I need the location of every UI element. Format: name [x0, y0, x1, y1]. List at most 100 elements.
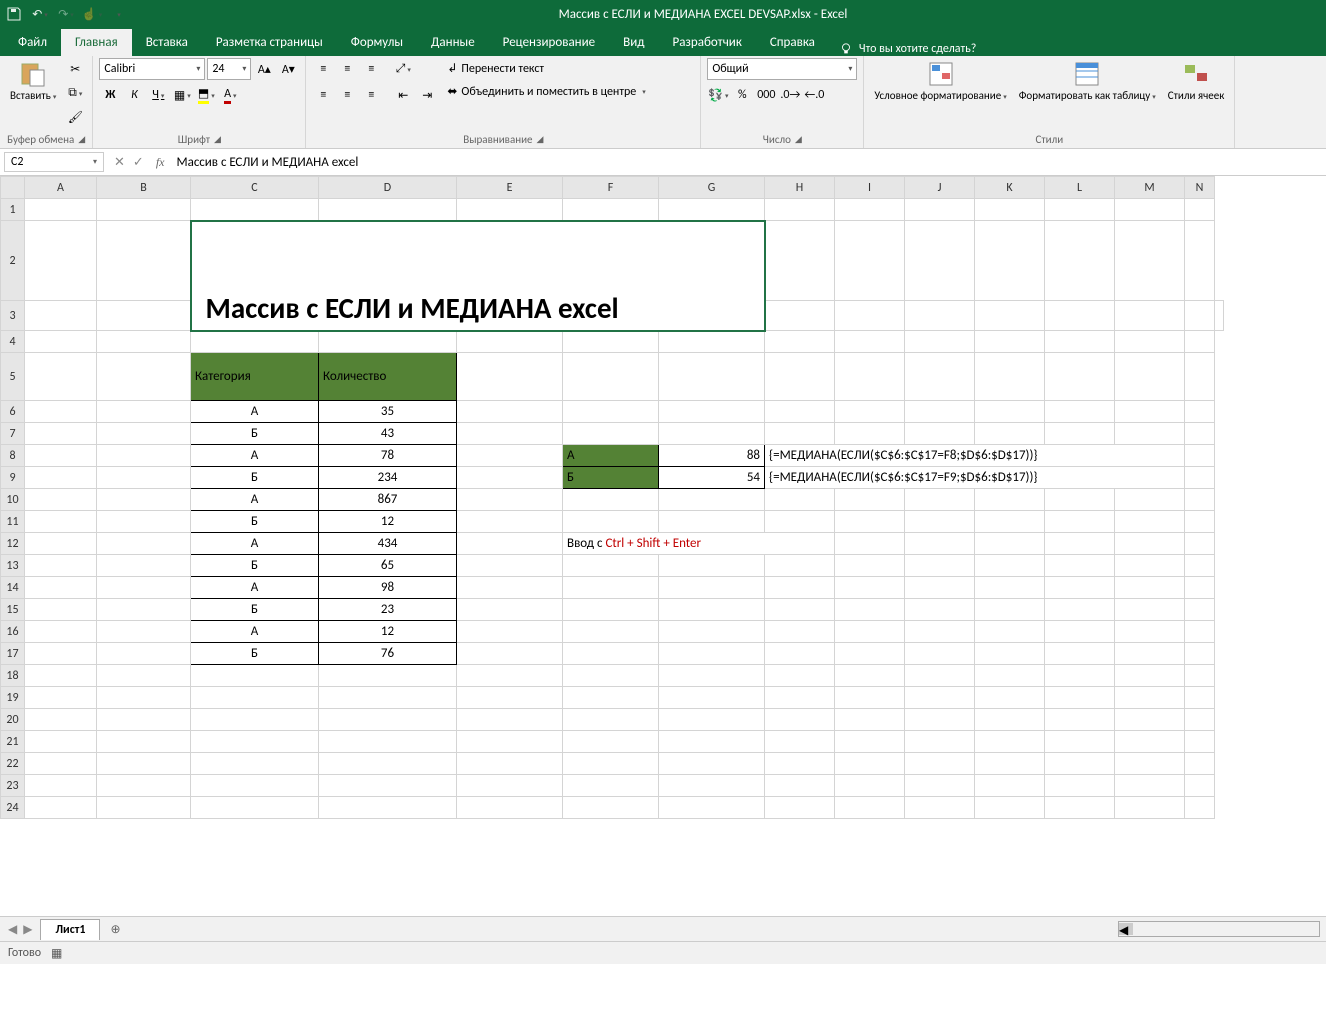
cell-styles-button[interactable]: Стили ячеек — [1164, 58, 1229, 104]
cell[interactable]: А — [191, 621, 319, 643]
merge-center-button[interactable]: ⬌Объединить и поместить в центре▾ — [442, 81, 694, 102]
col-header[interactable]: N — [1185, 177, 1215, 199]
row-header[interactable]: 23 — [1, 775, 25, 797]
row-header[interactable]: 15 — [1, 599, 25, 621]
align-center-button[interactable]: ≡ — [336, 84, 358, 106]
scrollbar-thumb[interactable]: ◀ — [1119, 923, 1133, 935]
tab-review[interactable]: Рецензирование — [489, 29, 609, 56]
next-sheet-icon[interactable]: ▶ — [23, 922, 32, 937]
align-left-button[interactable]: ≡ — [312, 84, 334, 106]
save-icon[interactable] — [6, 6, 22, 22]
col-header[interactable]: G — [659, 177, 765, 199]
row-header[interactable]: 1 — [1, 199, 25, 221]
fill-color-button[interactable]: ⬒▾ — [195, 84, 217, 106]
hint-cell[interactable]: Ввод с Ctrl + Shift + Enter — [563, 533, 835, 555]
col-header[interactable]: H — [765, 177, 835, 199]
col-header[interactable]: K — [975, 177, 1045, 199]
cell[interactable]: 65 — [319, 555, 457, 577]
header-quantity[interactable]: Количество — [319, 353, 457, 401]
increase-decimal-button[interactable]: .0→ — [779, 84, 801, 106]
tab-file[interactable]: Файл — [4, 29, 61, 56]
grid[interactable]: A B C D E F G H I J K L M N 1 2 Массив с… — [0, 176, 1224, 819]
italic-button[interactable]: К — [123, 84, 145, 106]
font-size-combo[interactable]: 24▾ — [207, 58, 251, 80]
tab-insert[interactable]: Вставка — [132, 29, 202, 56]
percent-button[interactable]: % — [731, 84, 753, 106]
col-header[interactable]: L — [1045, 177, 1115, 199]
clipboard-launcher-icon[interactable]: ◢ — [78, 134, 85, 145]
row-header[interactable]: 7 — [1, 423, 25, 445]
result-value[interactable]: 88 — [659, 445, 765, 467]
tab-data[interactable]: Данные — [417, 29, 489, 56]
tab-formulas[interactable]: Формулы — [337, 29, 417, 56]
row-header[interactable]: 19 — [1, 687, 25, 709]
paste-button[interactable]: Вставить▾ — [6, 58, 60, 104]
align-top-button[interactable]: ≡ — [312, 58, 334, 80]
cell[interactable]: 867 — [319, 489, 457, 511]
row-header[interactable]: 21 — [1, 731, 25, 753]
cell[interactable]: А — [191, 489, 319, 511]
increase-indent-button[interactable]: ⇥ — [416, 84, 438, 106]
col-header[interactable]: C — [191, 177, 319, 199]
row-header[interactable]: 16 — [1, 621, 25, 643]
prev-sheet-icon[interactable]: ◀ — [8, 922, 17, 937]
col-header[interactable]: I — [835, 177, 905, 199]
cell[interactable]: Б — [191, 423, 319, 445]
qat-customize-icon[interactable]: ▾ — [110, 6, 126, 22]
decrease-decimal-button[interactable]: ←.0 — [803, 84, 825, 106]
cell[interactable]: 76 — [319, 643, 457, 665]
row-header[interactable]: 11 — [1, 511, 25, 533]
cell[interactable]: Б — [191, 511, 319, 533]
row-header[interactable]: 20 — [1, 709, 25, 731]
row-header[interactable]: 18 — [1, 665, 25, 687]
undo-icon[interactable]: ↶▾ — [32, 6, 48, 22]
col-header[interactable]: A — [25, 177, 97, 199]
enter-formula-icon[interactable]: ✓ — [133, 155, 144, 170]
cancel-formula-icon[interactable]: ✕ — [114, 155, 125, 170]
result-key[interactable]: А — [563, 445, 659, 467]
tab-home[interactable]: Главная — [61, 29, 132, 56]
cell[interactable]: Б — [191, 555, 319, 577]
cell[interactable]: Б — [191, 599, 319, 621]
font-color-button[interactable]: A▾ — [219, 84, 241, 106]
row-header[interactable]: 10 — [1, 489, 25, 511]
tab-view[interactable]: Вид — [609, 29, 658, 56]
row-header[interactable]: 13 — [1, 555, 25, 577]
borders-button[interactable]: ▦▾ — [171, 84, 193, 106]
col-header[interactable]: M — [1115, 177, 1185, 199]
cell[interactable]: 12 — [319, 621, 457, 643]
currency-button[interactable]: 💱▾ — [707, 84, 729, 106]
col-header[interactable]: E — [457, 177, 563, 199]
increase-font-button[interactable]: A▴ — [253, 58, 275, 80]
tab-help[interactable]: Справка — [756, 29, 829, 56]
cell[interactable]: А — [191, 445, 319, 467]
formula-input[interactable]: Массив с ЕСЛИ и МЕДИАНА excel — [170, 153, 1326, 172]
col-header[interactable]: D — [319, 177, 457, 199]
select-all-corner[interactable] — [1, 177, 25, 199]
horizontal-scrollbar[interactable]: ◀ — [1118, 921, 1320, 937]
row-header[interactable]: 6 — [1, 401, 25, 423]
row-header[interactable]: 4 — [1, 331, 25, 353]
copy-button[interactable]: ⧉▾ — [64, 82, 86, 104]
cell[interactable]: А — [191, 401, 319, 423]
align-bottom-button[interactable]: ≡ — [360, 58, 382, 80]
tab-developer[interactable]: Разработчик — [658, 29, 755, 56]
cell[interactable]: 43 — [319, 423, 457, 445]
header-category[interactable]: Категория — [191, 353, 319, 401]
comma-button[interactable]: 000 — [755, 84, 777, 106]
name-box[interactable]: C2▾ — [4, 152, 104, 172]
formula-text[interactable]: {=МЕДИАНА(ЕСЛИ($C$6:$C$17=F8;$D$6:$D$17)… — [765, 445, 1185, 467]
result-key[interactable]: Б — [563, 467, 659, 489]
cell[interactable]: 78 — [319, 445, 457, 467]
row-header[interactable]: 8 — [1, 445, 25, 467]
row-header[interactable]: 17 — [1, 643, 25, 665]
wrap-text-button[interactable]: ↲Перенести текст — [442, 58, 694, 79]
result-value[interactable]: 54 — [659, 467, 765, 489]
cell[interactable]: 35 — [319, 401, 457, 423]
conditional-formatting-button[interactable]: Условное форматирование▾ — [870, 58, 1010, 104]
number-format-combo[interactable]: Общий▾ — [707, 58, 857, 80]
cell[interactable]: А — [191, 533, 319, 555]
tell-me[interactable]: Что вы хотите сделать? — [839, 42, 976, 56]
worksheet[interactable]: A B C D E F G H I J K L M N 1 2 Массив с… — [0, 176, 1326, 916]
font-name-combo[interactable]: Calibri▾ — [99, 58, 205, 80]
